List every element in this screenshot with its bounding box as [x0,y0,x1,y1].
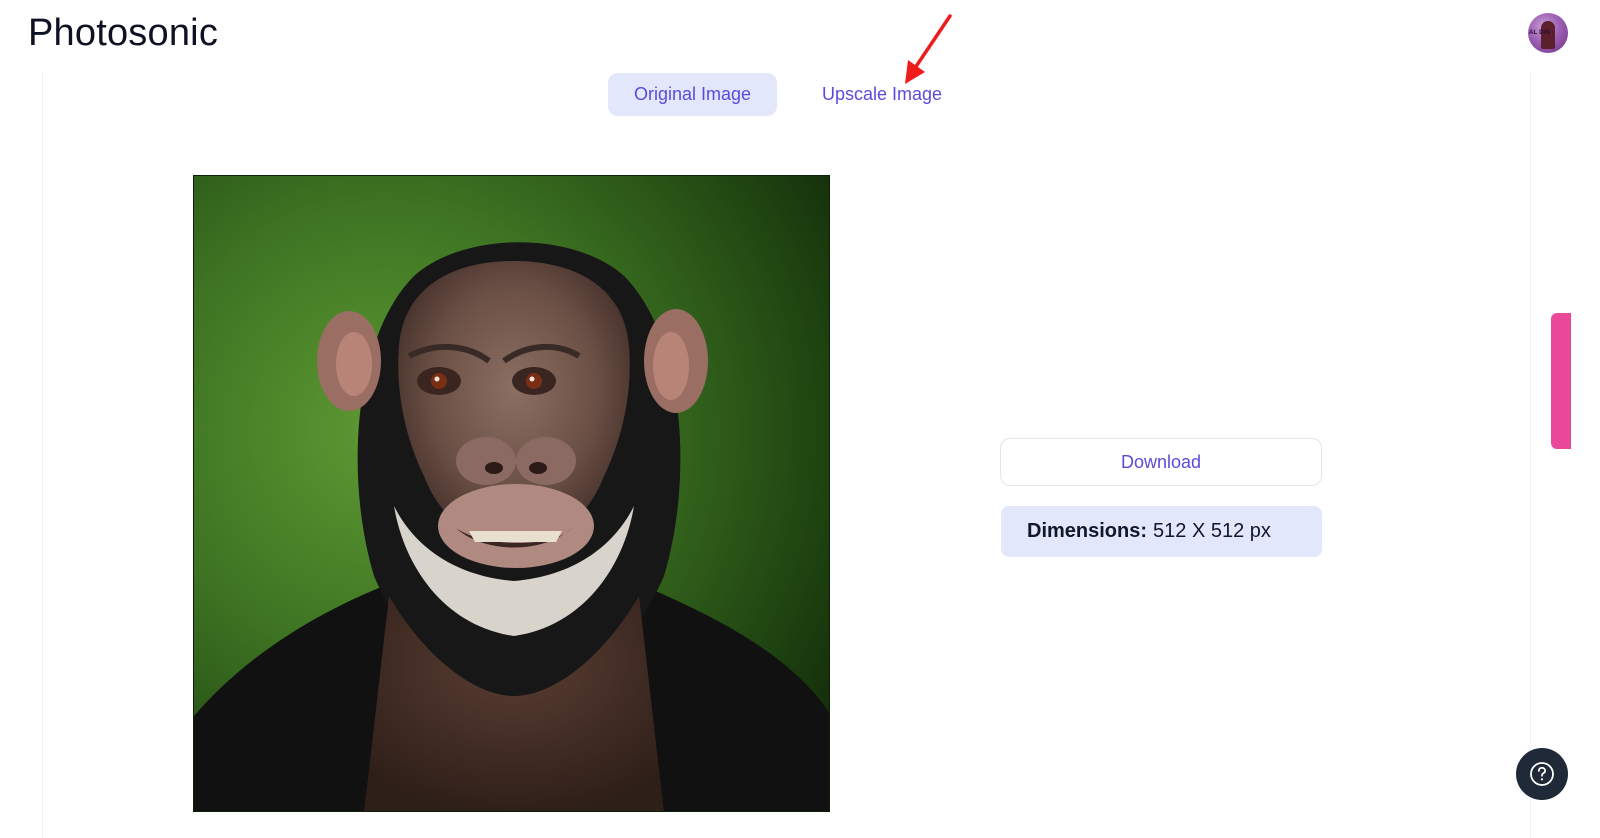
dimensions-label: Dimensions: [1027,520,1148,542]
app-title: Photosonic [28,12,219,54]
dimensions-value: 512 X 512 px [1153,520,1271,542]
red-arrow-icon [905,14,952,84]
question-circle-icon [1530,762,1554,786]
download-button[interactable]: Download [1000,438,1322,486]
feedback-side-tab[interactable] [1551,313,1571,449]
dimensions-info: Dimensions: 512 X 512 px [1001,506,1322,557]
panel-border-right [1530,72,1531,838]
chimpanzee-image [194,176,829,811]
help-button[interactable] [1516,748,1568,800]
generated-image-preview [193,175,830,812]
user-avatar[interactable]: AL DIN [1528,13,1568,53]
avatar-initials: AL DIN [1529,30,1551,36]
tab-original-image[interactable]: Original Image [608,73,777,116]
panel-border-left [42,72,43,838]
